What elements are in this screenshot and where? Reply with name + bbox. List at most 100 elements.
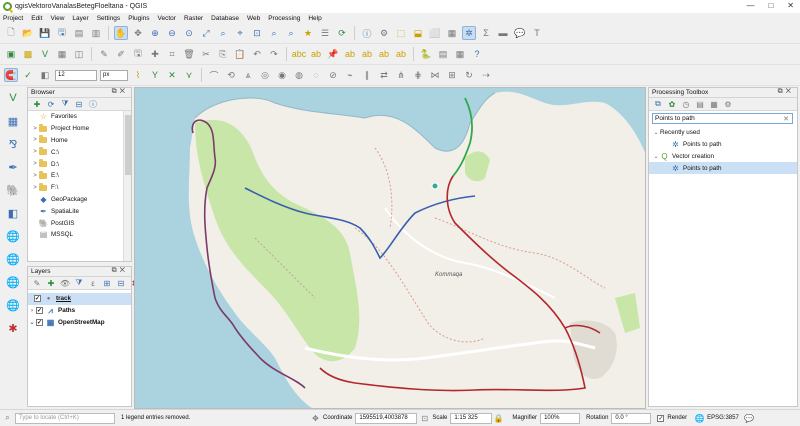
layout-manager-icon[interactable]: ▥ <box>89 26 103 40</box>
self-snap-icon[interactable]: ⋎ <box>182 68 196 82</box>
processing-item-selected[interactable]: ✲ Points to path <box>649 162 797 175</box>
maximize-button[interactable]: □ <box>768 1 773 10</box>
browser-item[interactable]: > D:\ <box>28 158 131 170</box>
zoom-full-icon[interactable]: ⤢ <box>199 26 213 40</box>
show-label-icon[interactable]: ab <box>343 47 357 61</box>
results-icon[interactable]: ▤ <box>695 99 705 109</box>
menu-raster[interactable]: Raster <box>184 15 203 22</box>
browser-item[interactable]: > Project Home <box>28 123 131 135</box>
messages-icon[interactable]: 💬 <box>744 414 754 423</box>
browser-item[interactable]: ▤ MSSQL <box>28 229 131 241</box>
digitize-curve-icon[interactable]: ⌒ <box>207 68 221 82</box>
rotate-label-icon[interactable]: ab <box>377 47 391 61</box>
add-wms-icon[interactable]: 🌐 <box>4 227 22 245</box>
menu-web[interactable]: Web <box>247 15 260 22</box>
snap-unit-select[interactable]: px <box>100 69 128 81</box>
processing-toolbox-icon[interactable]: ✲ <box>462 26 476 40</box>
layer-visibility-checkbox[interactable]: ✓ <box>36 307 43 315</box>
offset-symbols-icon[interactable]: ⇢ <box>479 68 493 82</box>
menu-plugins[interactable]: Plugins <box>128 15 149 22</box>
zoom-in-icon[interactable]: ⊕ <box>148 26 162 40</box>
simplify-icon[interactable]: ⩓ <box>241 68 255 82</box>
trace-icon[interactable]: Y <box>148 68 162 82</box>
add-wfs-icon[interactable]: 🌐 <box>4 273 22 291</box>
map-svg[interactable]: Kommaqa <box>135 88 646 409</box>
save-edits-icon[interactable]: 🖫 <box>131 47 145 61</box>
browser-item[interactable]: > F:\ <box>28 182 131 194</box>
snap-vertex-icon[interactable]: ✓ <box>21 68 35 82</box>
menu-help[interactable]: Help <box>308 15 321 22</box>
add-feature-icon[interactable]: ✚ <box>148 47 162 61</box>
deselect-icon[interactable]: ⬜ <box>428 26 442 40</box>
browser-item[interactable]: > E:\ <box>28 170 131 182</box>
run-action-icon[interactable]: ⚙ <box>377 26 391 40</box>
crs-label[interactable]: EPSG:3857 <box>707 415 739 421</box>
add-virtual-layer-icon[interactable]: ◧ <box>4 204 22 222</box>
attribute-table-icon[interactable]: ▦ <box>445 26 459 40</box>
plugin-grid-icon[interactable]: ▦ <box>453 47 467 61</box>
zoom-rubber-icon[interactable]: ⊙ <box>182 26 196 40</box>
current-edits-icon[interactable]: ✎ <box>97 47 111 61</box>
processing-panel-controls[interactable]: ⧉✕ <box>778 88 794 96</box>
expand-all-icon[interactable]: ⊞ <box>102 278 112 288</box>
browser-item[interactable]: > C:\ <box>28 146 131 158</box>
add-raster-icon[interactable]: ▦ <box>55 47 69 61</box>
menu-processing[interactable]: Processing <box>268 15 300 22</box>
reshape-icon[interactable]: ⌁ <box>343 68 357 82</box>
plugin-icon[interactable]: ▤ <box>436 47 450 61</box>
paste-features-icon[interactable]: 📋 <box>233 47 247 61</box>
add-spatialite-icon[interactable]: ✒ <box>4 158 22 176</box>
processing-search-input[interactable]: Points to path ✕ <box>652 113 793 124</box>
magnifier-field[interactable]: 100% <box>540 412 581 424</box>
processing-item[interactable]: ✲ Points to path <box>649 139 797 151</box>
redo-icon[interactable]: ↷ <box>267 47 281 61</box>
layer-item-track[interactable]: ✓ ● track <box>28 293 131 305</box>
new-temporary-layer-icon[interactable]: ✱ <box>4 319 22 337</box>
browser-panel-controls[interactable]: ⧉✕ <box>112 88 128 96</box>
statistics-icon[interactable]: Σ <box>479 26 493 40</box>
menu-layer[interactable]: Layer <box>72 15 88 22</box>
browser-scrollbar[interactable] <box>123 111 131 261</box>
rotate-feature-icon[interactable]: ⟲ <box>224 68 238 82</box>
refresh-icon[interactable]: ⟳ <box>46 99 56 109</box>
fill-ring-icon[interactable]: ◍ <box>292 68 306 82</box>
processing-group-vector-creation[interactable]: ⌄ Q Vector creation <box>649 151 797 163</box>
merge-features-icon[interactable]: ⋈ <box>428 68 442 82</box>
add-arcgis-icon[interactable]: 🌐 <box>4 296 22 314</box>
split-features-icon[interactable]: ⋔ <box>394 68 408 82</box>
models-icon[interactable]: ⧉ <box>653 99 663 109</box>
zoom-native-icon[interactable]: ⊡ <box>250 26 264 40</box>
layer-visibility-checkbox[interactable]: ✓ <box>36 318 43 326</box>
cut-features-icon[interactable]: ✂ <box>199 47 213 61</box>
add-group-icon[interactable]: ✚ <box>46 278 56 288</box>
pan-to-selection-icon[interactable]: ✥ <box>131 26 145 40</box>
filter-legend-icon[interactable]: ⧩ <box>74 278 84 288</box>
render-checkbox[interactable]: ✓ <box>657 414 665 422</box>
filter-expression-icon[interactable]: ε <box>88 278 98 288</box>
add-vector-layer-icon[interactable]: V <box>4 89 22 107</box>
properties-icon[interactable]: ⓘ <box>88 99 98 109</box>
add-wcs-icon[interactable]: 🌐 <box>4 250 22 268</box>
map-canvas[interactable]: Kommaqa <box>134 87 646 409</box>
help-icon[interactable]: ? <box>470 47 484 61</box>
new-bookmark-icon[interactable]: ★ <box>301 26 315 40</box>
collapse-all-icon[interactable]: ⊟ <box>74 99 84 109</box>
pin-label-icon[interactable]: 📌 <box>326 47 340 61</box>
zoom-layer-icon[interactable]: ⌖ <box>233 26 247 40</box>
clear-search-icon[interactable]: ✕ <box>783 115 789 123</box>
map-tips-icon[interactable]: 💬 <box>513 26 527 40</box>
offset-curve-icon[interactable]: ∥ <box>360 68 374 82</box>
rotate-symbols-icon[interactable]: ↻ <box>462 68 476 82</box>
options-icon[interactable]: ⚙ <box>723 99 733 109</box>
layer-styling-icon[interactable]: ✎ <box>32 278 42 288</box>
delete-part-icon[interactable]: ⊘ <box>326 68 340 82</box>
menu-database[interactable]: Database <box>211 15 239 22</box>
layers-panel-controls[interactable]: ⧉✕ <box>112 267 128 275</box>
measure-icon[interactable]: ▬ <box>496 26 510 40</box>
select-value-icon[interactable]: ⬓ <box>411 26 425 40</box>
close-button[interactable]: ✕ <box>787 1 794 10</box>
edit-features-icon[interactable]: ▦ <box>709 99 719 109</box>
zoom-next-icon[interactable]: ⌕ <box>284 26 298 40</box>
add-vector-icon[interactable]: V <box>38 47 52 61</box>
layer-item-openstreetmap[interactable]: ⌄ ✓ ▦ OpenStreetMap <box>28 317 131 329</box>
